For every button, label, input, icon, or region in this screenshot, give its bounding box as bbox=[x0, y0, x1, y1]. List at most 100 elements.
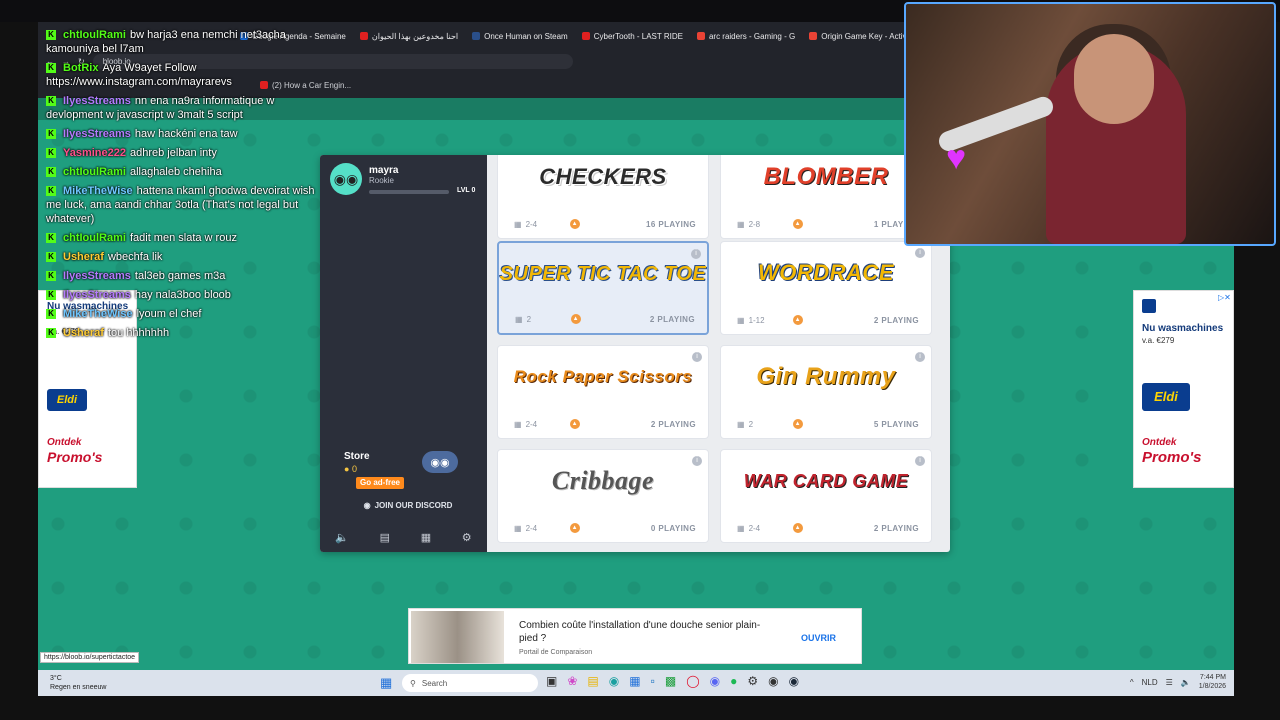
kick-icon[interactable]: ▩ bbox=[665, 674, 676, 688]
flame-icon: ▲ bbox=[792, 419, 803, 429]
store-icon[interactable]: ▦ bbox=[629, 674, 640, 688]
bookmark-item[interactable]: Origin Game Key - Activ bbox=[809, 32, 907, 41]
game-card-super-tic-tac-toe[interactable]: i SUPER TIC TAC TOE ▦ 2 ▲ 2 PLAYING bbox=[497, 241, 709, 335]
card-footer: ▦ 2-4 ▲ 2 PLAYING bbox=[737, 523, 919, 533]
wifi-icon[interactable]: ☰ bbox=[1166, 678, 1173, 687]
ad-cta-line2: Promo's bbox=[47, 449, 103, 465]
streamer-face bbox=[1074, 34, 1154, 124]
settings-icon[interactable]: ⚙ bbox=[462, 531, 472, 544]
chat-username[interactable]: IlyesStreams bbox=[63, 270, 131, 282]
chevron-up-icon[interactable]: ^ bbox=[1130, 678, 1134, 687]
chat-message: K IlyesStreams nn ena na9ra informatique w… bbox=[46, 94, 316, 122]
stream-chat: KchtIoulRami bw harja3 ena nemchi net3ach… bbox=[46, 28, 316, 345]
chat-message: K IlyesStreams hay nala3boo bloob bbox=[46, 288, 316, 302]
game-logo: Rock Paper Scissors bbox=[513, 367, 693, 386]
bookmark-item[interactable]: arc raiders - Gaming - G bbox=[696, 32, 795, 41]
chat-username[interactable]: Yasmine222 bbox=[63, 147, 126, 159]
chat-username[interactable]: MikeTheWise bbox=[63, 308, 133, 320]
chat-message: KchtIoulRami fadit men slata w rouz bbox=[46, 231, 316, 245]
windows-start-icon[interactable]: ▦ bbox=[380, 676, 394, 690]
chat-message: K MikeTheWise lyoum el chef bbox=[46, 307, 316, 321]
chat-message: K IlyesStreams haw hackéni ena taw bbox=[46, 127, 316, 141]
kick-badge-icon: K bbox=[46, 290, 56, 301]
card-footer: ▦ 1-12 ▲ 2 PLAYING bbox=[737, 315, 919, 325]
taskbar: 3°C Regen en sneeuw ▦ ⚲ Search ▣ ❀ ▤ ◉ ▦ ▫… bbox=[38, 670, 1234, 696]
discord-icon[interactable]: ◉ bbox=[710, 674, 720, 688]
ad-source: Portail de Comparaison bbox=[519, 649, 593, 656]
game-logo: WAR CARD GAME bbox=[743, 470, 909, 491]
chat-username[interactable]: chtIoulRami bbox=[63, 29, 126, 41]
bookmark-item[interactable]: احنا مخدوعين بهذا الحيوان bbox=[359, 32, 458, 41]
gamepad-icon[interactable]: ▦ bbox=[421, 531, 431, 544]
xp-bar bbox=[369, 190, 449, 194]
taskbar-search[interactable]: ⚲ Search bbox=[402, 674, 538, 692]
game-card-gin-rummy[interactable]: i Gin Rummy ▦ 2 ▲ 5 PLAYING bbox=[720, 345, 932, 439]
outlook-icon[interactable]: ▫ bbox=[651, 674, 655, 688]
task-view-icon[interactable]: ▣ bbox=[546, 674, 557, 688]
adchoices-icon[interactable]: ▷✕ bbox=[1218, 293, 1231, 302]
system-tray: ^ NLD ☰ 🔈 7:44 PM 1/8/2026 bbox=[1130, 673, 1226, 691]
chat-username[interactable]: Usheraf bbox=[63, 327, 104, 339]
kick-badge-icon: K bbox=[46, 129, 56, 140]
sound-icon[interactable]: 🔈 bbox=[335, 531, 349, 544]
gallery-icon[interactable]: ▤ bbox=[380, 531, 390, 544]
game-card-rock-paper-scissors[interactable]: i Rock Paper Scissors ▦ 2-4 ▲ 2 PLAYING bbox=[497, 345, 709, 439]
chat-username[interactable]: IlyesStreams bbox=[63, 289, 131, 301]
ad-open-button[interactable]: OUVRIR bbox=[801, 633, 836, 643]
bookmark-item[interactable]: Once Human on Steam bbox=[472, 32, 568, 41]
chat-username[interactable]: chtIoulRami bbox=[63, 232, 126, 244]
status-url: https://bloob.io/supertictactoe bbox=[40, 652, 140, 663]
card-footer: ▦ 2-4 ▲ 0 PLAYING bbox=[514, 523, 696, 533]
chat-username[interactable]: IlyesStreams bbox=[63, 95, 131, 107]
sidebar-toolbar: 🔈 ▤ ▦ ⚙ bbox=[320, 525, 487, 549]
lips-neon-sign: ♥ bbox=[946, 139, 967, 177]
copilot-icon[interactable]: ❀ bbox=[567, 674, 577, 688]
lang-indicator[interactable]: NLD bbox=[1142, 678, 1158, 687]
avatar[interactable]: ◉◉ bbox=[330, 163, 362, 195]
bottom-ad[interactable]: Combien coûte l'installation d'une douch… bbox=[408, 608, 862, 664]
settings-icon[interactable]: ⚙ bbox=[747, 674, 758, 688]
chat-username[interactable]: BotRix bbox=[63, 62, 98, 74]
steam-icon[interactable]: ◉ bbox=[789, 674, 799, 688]
players-icon: ▦ bbox=[514, 419, 522, 429]
go-ad-free-button[interactable]: Go ad-free bbox=[356, 477, 405, 489]
game-card-cribbage[interactable]: i Cribbage ▦ 2-4 ▲ 0 PLAYING bbox=[497, 449, 709, 543]
kick-badge-icon: K bbox=[46, 63, 56, 74]
chat-username[interactable]: Usheraf bbox=[63, 251, 104, 263]
game-logo: SUPER TIC TAC TOE bbox=[499, 262, 707, 285]
search-icon: ⚲ bbox=[410, 678, 416, 688]
game-card-checkers[interactable]: CHECKERS ▦ 2-4 ▲ 16 PLAYING bbox=[497, 155, 709, 239]
kick-badge-icon: K bbox=[46, 271, 56, 282]
opera-icon[interactable]: ◯ bbox=[686, 674, 699, 688]
weather-widget[interactable]: 3°C Regen en sneeuw bbox=[50, 674, 106, 692]
volume-icon[interactable]: 🔈 bbox=[1181, 678, 1191, 687]
eldi-logo: Eldi bbox=[47, 389, 87, 411]
game-card-war[interactable]: i WAR CARD GAME ▦ 2-4 ▲ 2 PLAYING bbox=[720, 449, 932, 543]
spotify-icon[interactable]: ● bbox=[730, 674, 737, 688]
flame-icon: ▲ bbox=[569, 219, 580, 229]
bookmark-item[interactable]: CyberTooth - LAST RIDE bbox=[581, 32, 683, 41]
game-card-blomber[interactable]: BLOMBER ▦ 2-8 ▲ 1 PLAYING bbox=[720, 155, 932, 239]
clock[interactable]: 7:44 PM 1/8/2026 bbox=[1199, 673, 1226, 691]
chat-username[interactable]: chtIoulRami bbox=[63, 166, 126, 178]
kick-badge-icon: K bbox=[46, 252, 56, 263]
join-discord-button[interactable]: ◉ JOIN OUR DISCORD bbox=[348, 498, 468, 512]
flame-icon: ▲ bbox=[792, 315, 803, 325]
kick-badge-icon: K bbox=[46, 309, 56, 320]
chat-username[interactable]: MikeTheWise bbox=[63, 185, 133, 197]
right-ad[interactable]: ▷✕ Nu wasmachines v.a. €279 Eldi Ontdek … bbox=[1133, 290, 1234, 488]
chat-text: hay nala3boo bloob bbox=[134, 289, 231, 301]
chat-message: KchtIoulRami bw harja3 ena nemchi net3ach… bbox=[46, 28, 316, 56]
chat-text: haw hackéni ena taw bbox=[134, 128, 238, 140]
players-icon: ▦ bbox=[514, 219, 522, 229]
level-label: LVL 0 bbox=[457, 187, 476, 194]
edge-icon[interactable]: ◉ bbox=[609, 674, 619, 688]
store-label: Store bbox=[344, 451, 370, 462]
profile[interactable]: ◉◉ mayra Rookie LVL 0 bbox=[330, 163, 480, 203]
obs-icon[interactable]: ◉ bbox=[768, 674, 778, 688]
file-explorer-icon[interactable]: ▤ bbox=[587, 674, 598, 688]
kick-badge-icon: K bbox=[46, 30, 56, 41]
game-logo: Gin Rummy bbox=[756, 363, 896, 390]
chat-username[interactable]: IlyesStreams bbox=[63, 128, 131, 140]
game-card-wordrace[interactable]: i WORDRACE ▦ 1-12 ▲ 2 PLAYING bbox=[720, 241, 932, 335]
